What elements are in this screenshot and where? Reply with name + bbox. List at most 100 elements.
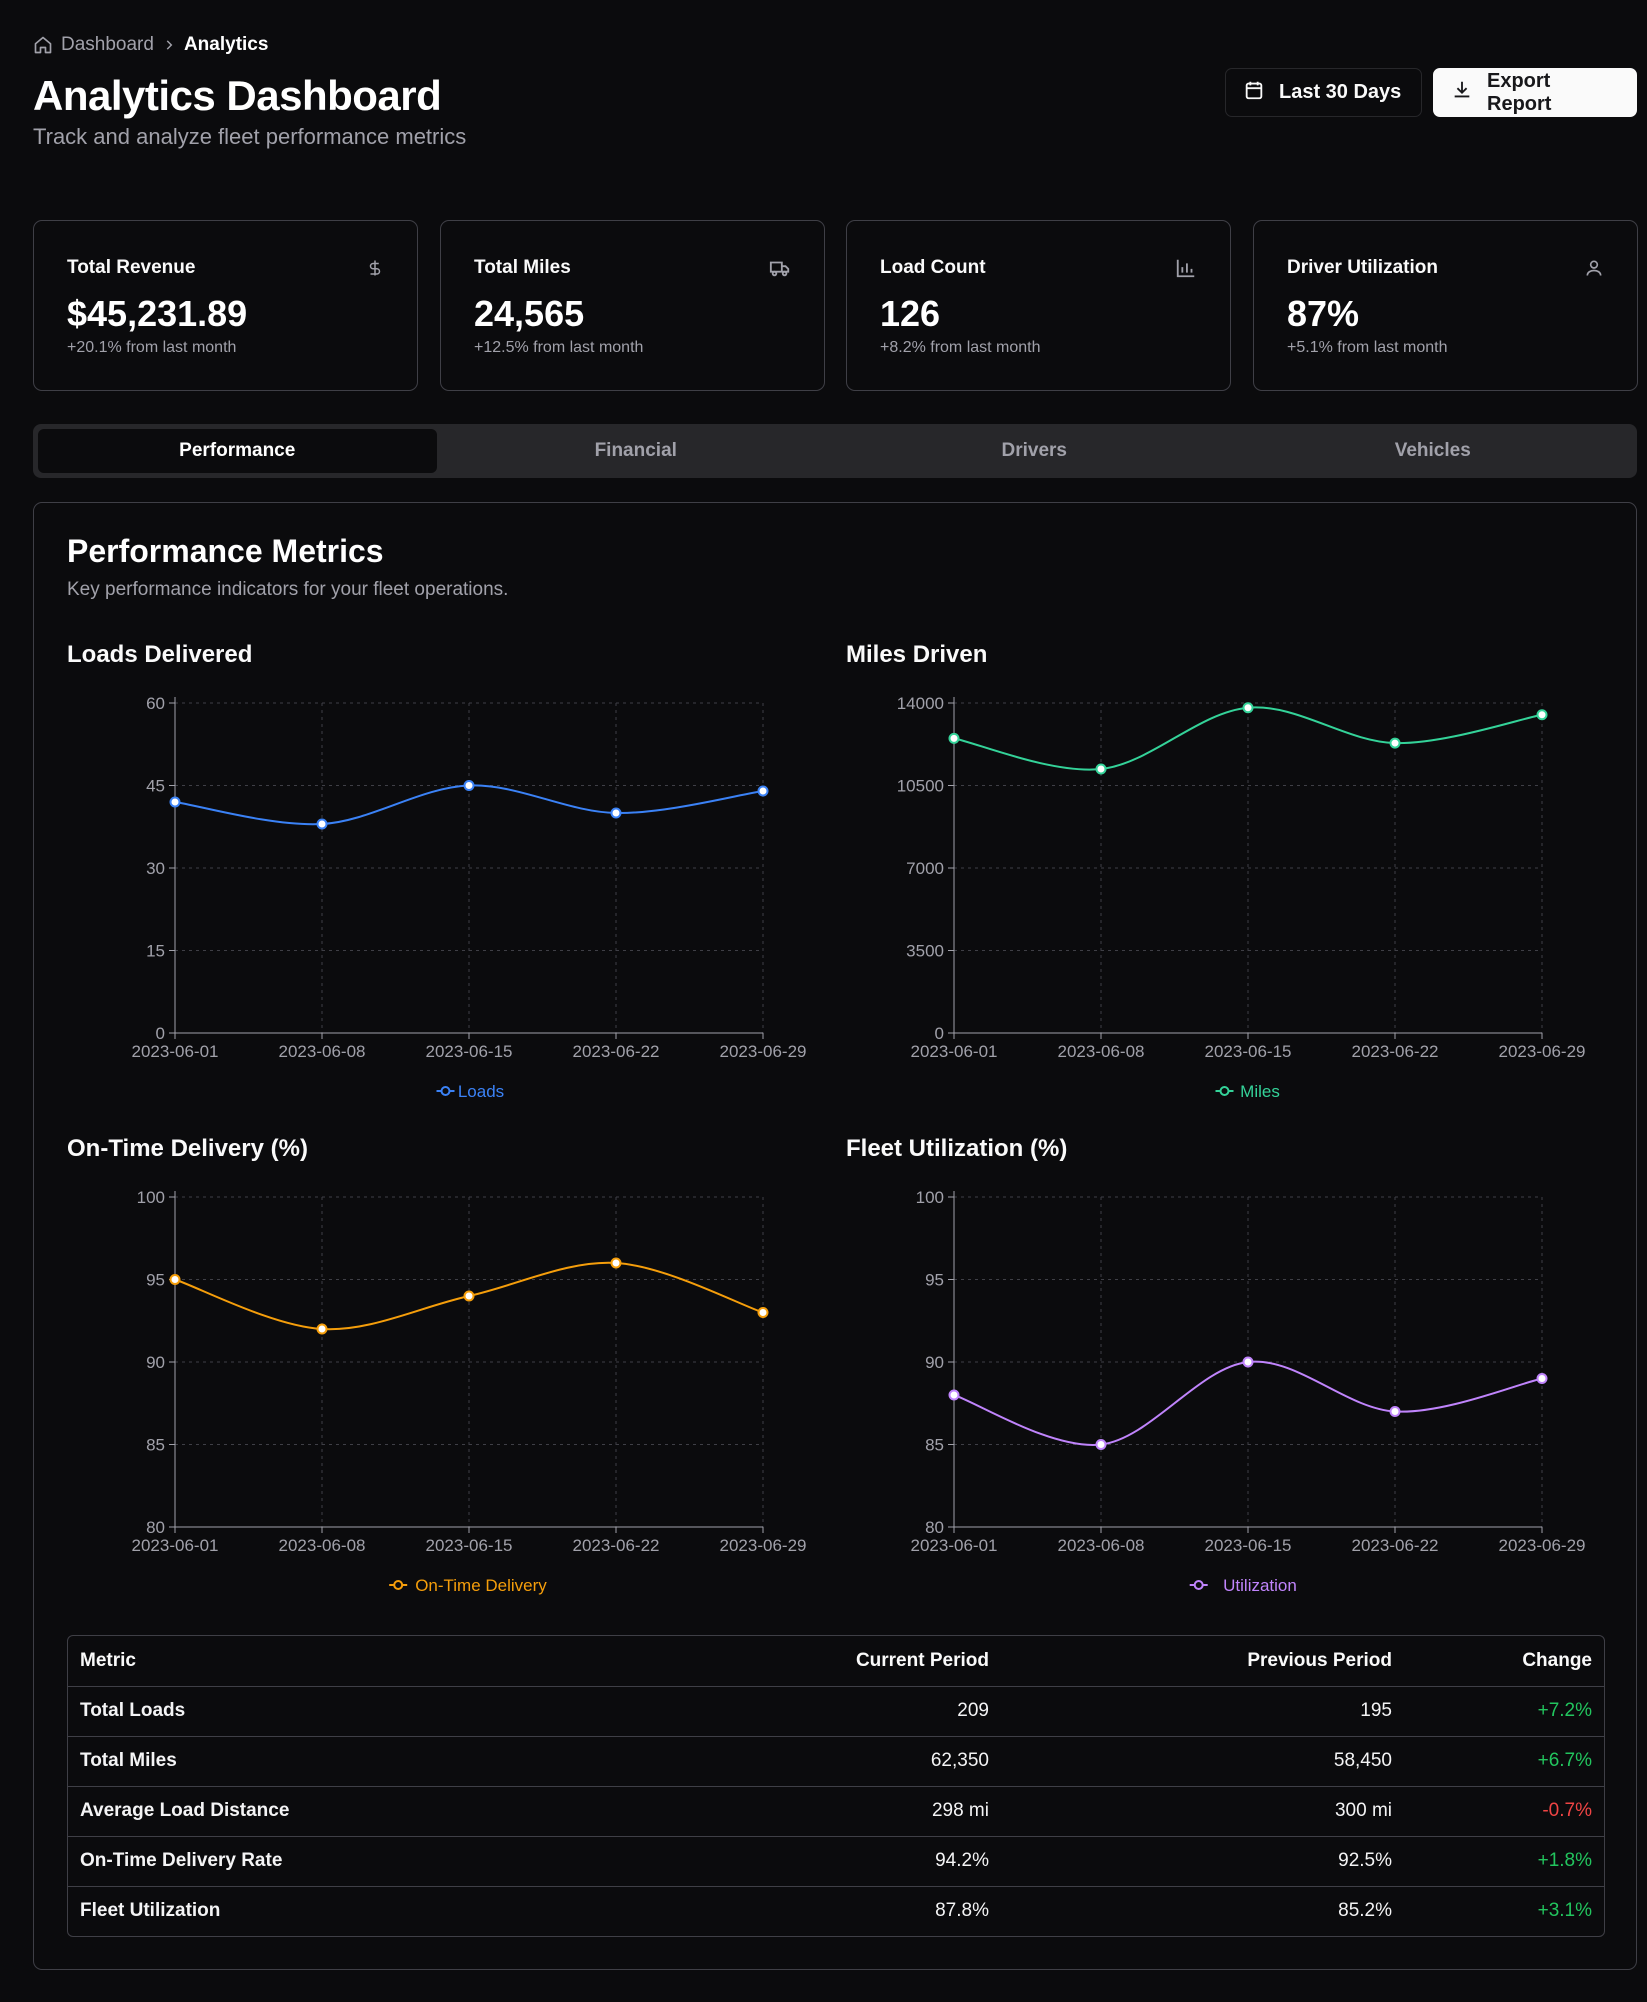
y-tick-label: 15: [146, 942, 165, 961]
data-point[interactable]: [1242, 1356, 1254, 1368]
x-tick-label: 2023-06-15: [1205, 1042, 1292, 1061]
kpi-card-driver-utilization: Driver Utilization 87% +5.1% from last m…: [1253, 220, 1638, 391]
y-tick-label: 80: [925, 1518, 944, 1537]
data-point[interactable]: [1389, 1406, 1401, 1417]
breadcrumb: Dashboard Analytics: [33, 34, 268, 56]
kpi-delta: +20.1% from last month: [67, 339, 237, 356]
kpi-value: 24,565: [474, 293, 585, 334]
data-point[interactable]: [948, 732, 960, 744]
chevron-right-icon: [162, 38, 176, 52]
y-tick-label: 60: [146, 694, 165, 713]
change-value: +6.7%: [1404, 1736, 1604, 1787]
column-header-change: Change: [1404, 1636, 1604, 1687]
x-tick-label: 2023-06-15: [426, 1042, 513, 1061]
x-tick-label: 2023-06-08: [1058, 1536, 1145, 1555]
y-tick-label: 90: [925, 1353, 944, 1372]
chart-grid: 80 85 90 95 100 2023-06-01 2023-06-08 2023-06-1…: [911, 1188, 1586, 1555]
x-tick-label: 2023-06-01: [911, 1042, 998, 1061]
kpi-label: Load Count: [880, 257, 986, 278]
metric-name: Total Miles: [68, 1736, 626, 1787]
x-tick-label: 2023-06-01: [132, 1042, 219, 1061]
home-icon[interactable]: [33, 35, 53, 55]
legend-marker-icon: [1193, 1580, 1204, 1590]
y-tick-label: 45: [146, 777, 165, 796]
data-point[interactable]: [316, 818, 328, 830]
data-point[interactable]: [316, 1323, 328, 1335]
chart-legend[interactable]: Utilization: [1189, 1576, 1297, 1595]
export-report-label: Export Report: [1487, 69, 1552, 115]
x-tick-label: 2023-06-08: [279, 1042, 366, 1061]
chart-legend[interactable]: Miles: [1215, 1082, 1280, 1101]
data-point[interactable]: [610, 807, 622, 819]
data-point[interactable]: [463, 780, 475, 791]
breadcrumb-parent[interactable]: Dashboard: [61, 34, 154, 56]
y-tick-label: 100: [916, 1188, 944, 1207]
legend-label: Miles: [1240, 1082, 1280, 1101]
data-point[interactable]: [1095, 1439, 1107, 1450]
data-point[interactable]: [948, 1389, 960, 1401]
comparison-table: Metric Current Period Previous Period Ch…: [67, 1635, 1605, 1937]
tab-list: Performance Financial Drivers Vehicles: [33, 424, 1637, 478]
x-tick-label: 2023-06-15: [426, 1536, 513, 1555]
y-tick-label: 80: [146, 1518, 165, 1537]
y-tick-label: 100: [137, 1188, 165, 1207]
export-report-button[interactable]: Export Report: [1433, 68, 1637, 117]
dollar-icon: [366, 257, 384, 284]
metric-name: Average Load Distance: [68, 1786, 626, 1837]
change-value: -0.7%: [1404, 1786, 1604, 1837]
change-value: +3.1%: [1537, 1900, 1592, 1922]
data-point[interactable]: [463, 1290, 475, 1302]
previous-value: 85.2%: [1338, 1900, 1392, 1922]
x-tick-label: 2023-06-08: [279, 1536, 366, 1555]
table-row: Total Miles 62,350 58,450 +6.7%: [68, 1736, 1604, 1787]
chart-legend[interactable]: On-Time Delivery: [389, 1576, 547, 1595]
data-point[interactable]: [1389, 737, 1401, 749]
miles-driven-chart: 0 3500 7000 10500 14000 2023-06-01 2023-06-08 2…: [897, 694, 1586, 1101]
date-range-label: Last 30 Days: [1279, 81, 1402, 103]
download-icon: [1451, 79, 1473, 107]
data-point[interactable]: [1242, 702, 1254, 714]
current-value: 62,350: [625, 1736, 1001, 1787]
x-tick-label: 2023-06-22: [573, 1042, 660, 1061]
tab-financial[interactable]: Financial: [437, 429, 836, 473]
tab-vehicles[interactable]: Vehicles: [1234, 429, 1633, 473]
data-point[interactable]: [757, 785, 769, 797]
data-point[interactable]: [169, 1274, 181, 1285]
current-value: 298 mi: [625, 1786, 1001, 1837]
kpi-value: $45,231.89: [67, 293, 248, 334]
data-point[interactable]: [757, 1307, 769, 1318]
x-tick-label: 2023-06-29: [720, 1042, 807, 1061]
legend-label: On-Time Delivery: [415, 1576, 547, 1595]
data-point[interactable]: [169, 796, 181, 808]
y-tick-label: 7000: [906, 859, 944, 878]
y-tick-label: 30: [146, 859, 165, 878]
page-title: Analytics Dashboard: [33, 72, 442, 119]
y-tick-label: 95: [146, 1271, 165, 1290]
user-icon: [1584, 257, 1604, 284]
chart-title-miles: Miles Driven: [846, 641, 988, 668]
kpi-card-revenue: Total Revenue $45,231.89 +20.1% from las…: [33, 220, 418, 391]
chart-legend[interactable]: Loads: [436, 1082, 505, 1101]
kpi-label: Total Miles: [474, 257, 571, 278]
kpi-delta: +8.2% from last month: [880, 339, 1041, 356]
table-row: Average Load Distance 298 mi 300 mi -0.7…: [68, 1786, 1604, 1837]
chart-title-loads: Loads Delivered: [67, 641, 253, 668]
tab-drivers[interactable]: Drivers: [835, 429, 1234, 473]
series-line: [174, 784, 764, 826]
kpi-label: Driver Utilization: [1287, 257, 1438, 278]
current-value: 87.8%: [935, 1900, 989, 1922]
on-time-delivery-chart: 80 85 90 95 100 2023-06-01 2023-06-08 2023-06-1…: [132, 1188, 807, 1595]
kpi-card-miles: Total Miles 24,565 +12.5% from last mont…: [440, 220, 825, 391]
previous-value: 195: [1000, 1686, 1404, 1737]
tab-performance[interactable]: Performance: [38, 429, 437, 473]
data-point[interactable]: [610, 1257, 622, 1269]
column-header-previous: Previous Period: [1000, 1636, 1404, 1687]
data-point[interactable]: [1536, 709, 1548, 721]
performance-panel: Performance Metrics Key performance indi…: [33, 502, 1637, 1970]
date-range-button[interactable]: Last 30 Days: [1225, 68, 1422, 117]
kpi-label: Total Revenue: [67, 257, 196, 278]
x-tick-label: 2023-06-29: [1499, 1042, 1586, 1061]
x-tick-label: 2023-06-29: [1499, 1536, 1586, 1555]
data-point[interactable]: [1095, 763, 1107, 775]
data-point[interactable]: [1536, 1373, 1548, 1384]
